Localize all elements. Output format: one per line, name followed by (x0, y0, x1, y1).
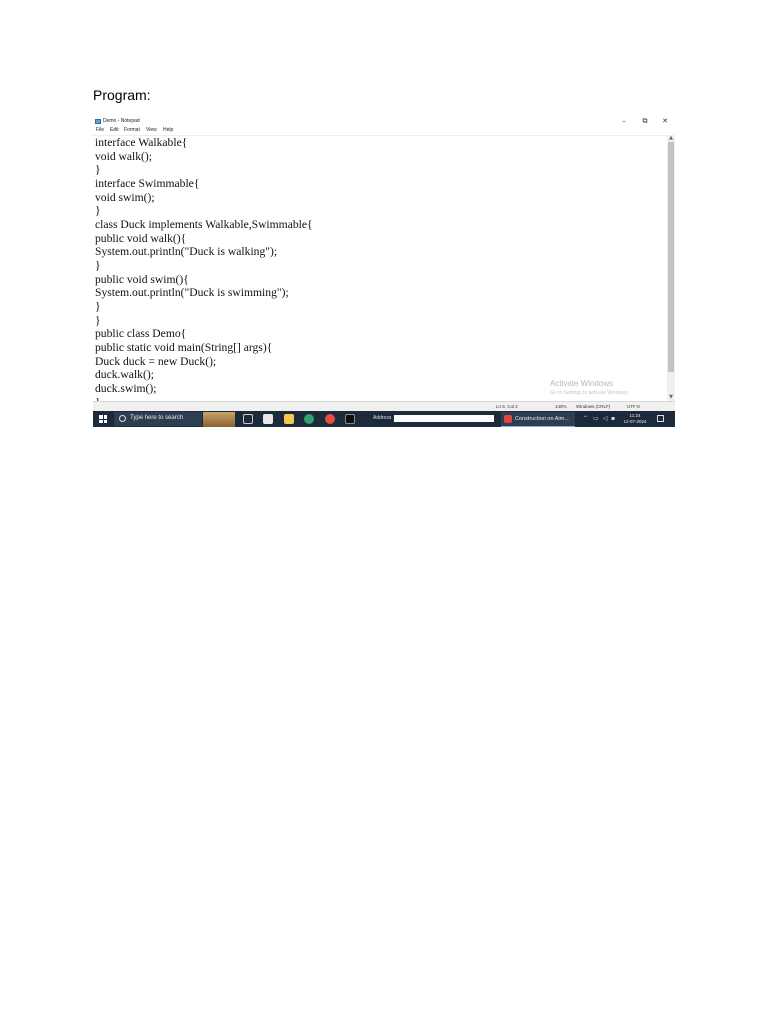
edge-icon[interactable] (304, 414, 314, 424)
notepad-icon (95, 119, 101, 124)
task-view-icon[interactable] (243, 414, 253, 424)
code-line: System.out.println("Duck is walking"); (95, 245, 278, 258)
code-line: duck.walk(); (95, 368, 154, 381)
window-title: Demo - Notepad (103, 118, 140, 124)
code-line: } (95, 300, 101, 313)
vertical-scrollbar[interactable]: ▲ ▼ (667, 135, 675, 401)
code-line: } (95, 204, 101, 217)
code-line: } (95, 163, 101, 176)
search-placeholder: Type here to search (130, 415, 184, 421)
text-editor[interactable]: interface Walkable{ void walk(); } inter… (93, 135, 667, 401)
menu-view[interactable]: View (146, 127, 157, 133)
code-line: interface Swimmable{ (95, 177, 200, 190)
menu-bar: File Edit Format View Help (93, 126, 675, 135)
windows-taskbar: Type here to search Address ⌄ → Construc… (93, 411, 675, 427)
code-line: public void walk(){ (95, 232, 187, 245)
widgets-icon[interactable] (263, 414, 273, 424)
address-go-icon[interactable]: → (486, 415, 492, 422)
maximize-button[interactable]: ⧉ (636, 116, 654, 126)
battery-icon[interactable]: ▪ (611, 415, 615, 422)
app-icon (504, 415, 512, 423)
menu-format[interactable]: Format (124, 127, 140, 133)
code-line: void swim(); (95, 191, 155, 204)
code-line: void walk(); (95, 150, 152, 163)
scrollbar-thumb[interactable] (668, 142, 674, 372)
search-icon (119, 415, 126, 422)
system-clock[interactable]: 11:24 12-07-2024 (620, 413, 650, 425)
notepad-screenshot: Demo - Notepad – ⧉ ✕ File Edit Format Vi… (93, 116, 675, 427)
file-explorer-icon[interactable] (284, 414, 294, 424)
close-button[interactable]: ✕ (656, 116, 674, 126)
address-dropdown-icon[interactable]: ⌄ (479, 415, 485, 422)
weather-widget-icon[interactable] (203, 412, 235, 427)
code-line: duck.swim(); (95, 382, 157, 395)
code-line: } (95, 259, 101, 272)
windows-start-icon[interactable] (99, 415, 107, 423)
scroll-down-icon[interactable]: ▼ (667, 394, 675, 401)
volume-icon[interactable]: ◁ (603, 415, 608, 422)
taskbar-search[interactable]: Type here to search (114, 412, 202, 426)
code-line: Duck duck = new Duck(); (95, 355, 217, 368)
tray-chevron-icon[interactable]: ⌃ (583, 415, 588, 422)
cursor-position: Ln 6, Col 2 (496, 404, 518, 409)
chrome-icon[interactable] (325, 414, 335, 424)
activate-windows-title: Activate Windows (550, 379, 614, 388)
status-bar: Ln 6, Col 2 140% Windows (CRLF) UTF-8 (93, 401, 675, 411)
address-label: Address (373, 415, 392, 421)
zoom-level: 140% (555, 404, 567, 409)
code-line: public void swim(){ (95, 273, 189, 286)
network-icon[interactable]: ▭ (593, 415, 599, 422)
taskbar-app-button[interactable]: Construction on Aim... (501, 412, 575, 427)
terminal-icon[interactable] (345, 414, 355, 424)
line-ending: Windows (CRLF) (576, 404, 611, 409)
menu-file[interactable]: File (96, 127, 104, 133)
menu-help[interactable]: Help (163, 127, 173, 133)
code-line: class Duck implements Walkable,Swimmable… (95, 218, 313, 231)
code-line: public static void main(String[] args){ (95, 341, 273, 354)
clock-date: 12-07-2024 (623, 419, 647, 424)
code-line: System.out.println("Duck is swimming"); (95, 286, 289, 299)
scroll-up-icon[interactable]: ▲ (667, 135, 675, 142)
page-heading: Program: (93, 87, 151, 103)
app-title: Construction on Aim... (515, 416, 569, 422)
encoding: UTF-8 (627, 404, 640, 409)
menu-edit[interactable]: Edit (110, 127, 119, 133)
window-titlebar: Demo - Notepad – ⧉ ✕ (93, 116, 675, 126)
code-line: interface Walkable{ (95, 136, 188, 149)
notifications-icon[interactable] (657, 415, 664, 422)
minimize-button[interactable]: – (615, 116, 633, 126)
code-line: } (95, 314, 101, 327)
activate-windows-subtitle: Go to Settings to activate Windows. (550, 390, 629, 396)
code-line: public class Demo{ (95, 327, 187, 340)
